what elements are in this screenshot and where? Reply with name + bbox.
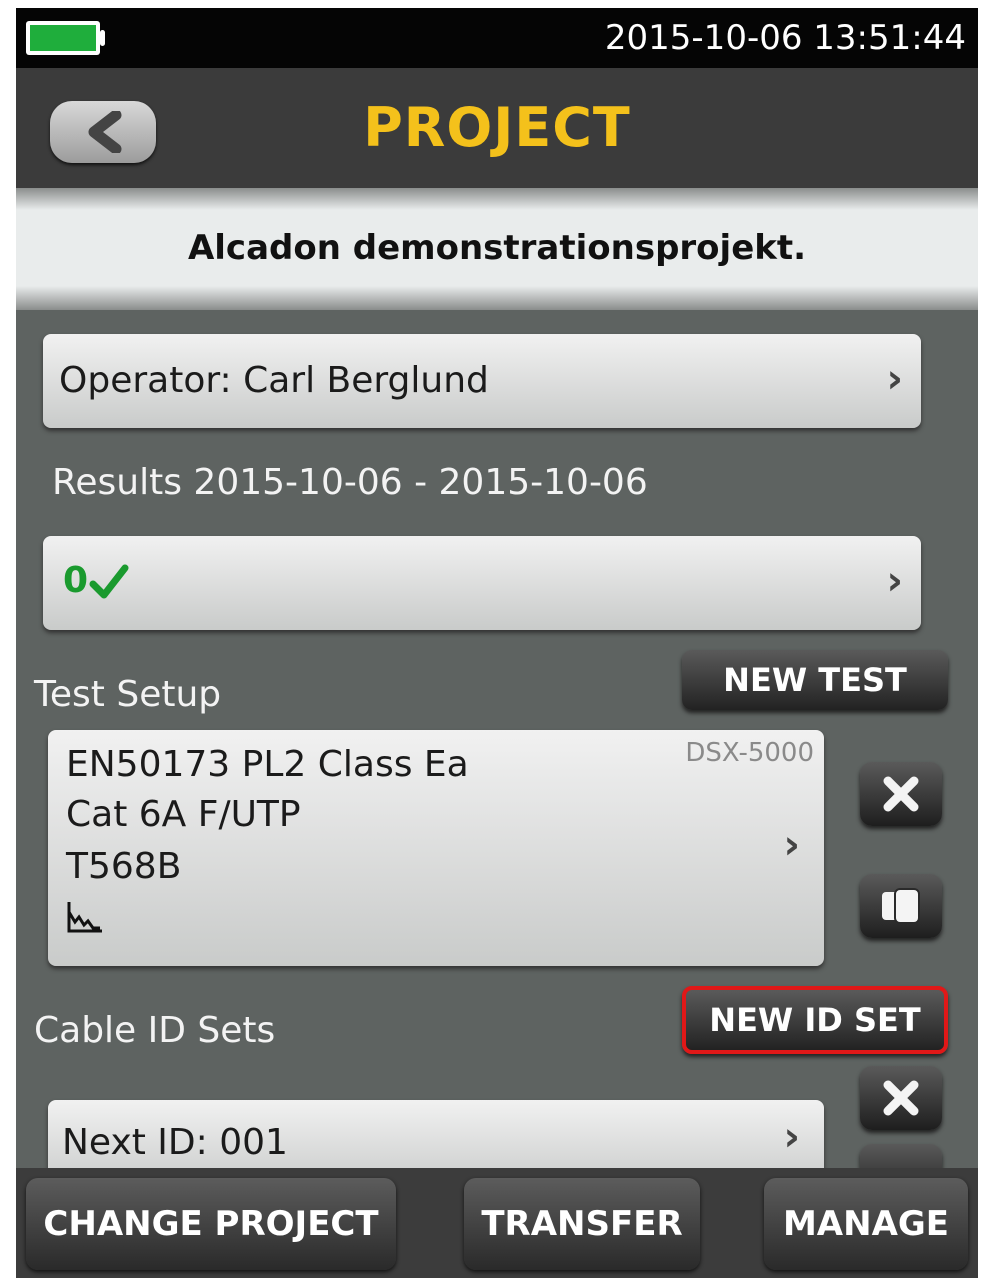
new-id-set-button[interactable]: NEW ID SET [682, 986, 948, 1054]
operator-button[interactable]: Operator: Carl Berglund › [43, 334, 921, 428]
project-band: Alcadon demonstrationsprojekt. [16, 188, 978, 310]
chevron-right-icon: › [886, 558, 903, 604]
battery-icon [26, 21, 100, 55]
project-name: Alcadon demonstrationsprojekt. [187, 228, 807, 268]
chevron-right-icon: › [886, 356, 903, 402]
new-test-button[interactable]: NEW TEST [682, 650, 948, 710]
wiring-scheme: T568B [66, 846, 182, 887]
test-setup-card[interactable]: EN50173 PL2 Class Ea Cat 6A F/UTP T568B … [48, 730, 824, 966]
copy-icon [882, 888, 920, 924]
results-button[interactable]: 0 › [43, 536, 921, 630]
delete-test-button[interactable] [860, 762, 942, 826]
close-icon [883, 1080, 919, 1116]
chevron-right-icon: › [783, 1114, 800, 1160]
clock: 2015-10-06 13:51:44 [604, 18, 966, 58]
graph-icon [67, 902, 102, 933]
test-setup-label: Test Setup [34, 674, 222, 715]
change-project-button[interactable]: CHANGE PROJECT [26, 1178, 396, 1270]
close-icon [883, 776, 919, 812]
operator-label: Operator: Carl Berglund [59, 360, 489, 401]
delete-id-set-button[interactable] [860, 1066, 942, 1130]
cable-id-sets-label: Cable ID Sets [34, 1010, 276, 1051]
next-id-label: Next ID: 001 [62, 1122, 288, 1163]
page-title: PROJECT [363, 96, 631, 159]
test-standard: EN50173 PL2 Class Ea [66, 744, 469, 785]
manage-button[interactable]: MANAGE [764, 1178, 968, 1270]
status-bar: 2015-10-06 13:51:44 [16, 8, 978, 68]
result-count: 0 [63, 560, 89, 601]
checkmark-icon [89, 564, 129, 599]
battery-tip [100, 30, 105, 46]
header: PROJECT [16, 68, 978, 188]
chevron-right-icon: › [783, 822, 800, 868]
copy-test-button[interactable] [860, 874, 942, 938]
transfer-button[interactable]: TRANSFER [464, 1178, 700, 1270]
results-label: Results 2015-10-06 - 2015-10-06 [52, 462, 648, 503]
device-screen: 2015-10-06 13:51:44 PROJECT Alcadon demo… [16, 8, 978, 1278]
bottom-toolbar: CHANGE PROJECT TRANSFER MANAGE [16, 1168, 978, 1278]
device-model: DSX-5000 [685, 738, 814, 768]
cable-type: Cat 6A F/UTP [66, 794, 301, 835]
